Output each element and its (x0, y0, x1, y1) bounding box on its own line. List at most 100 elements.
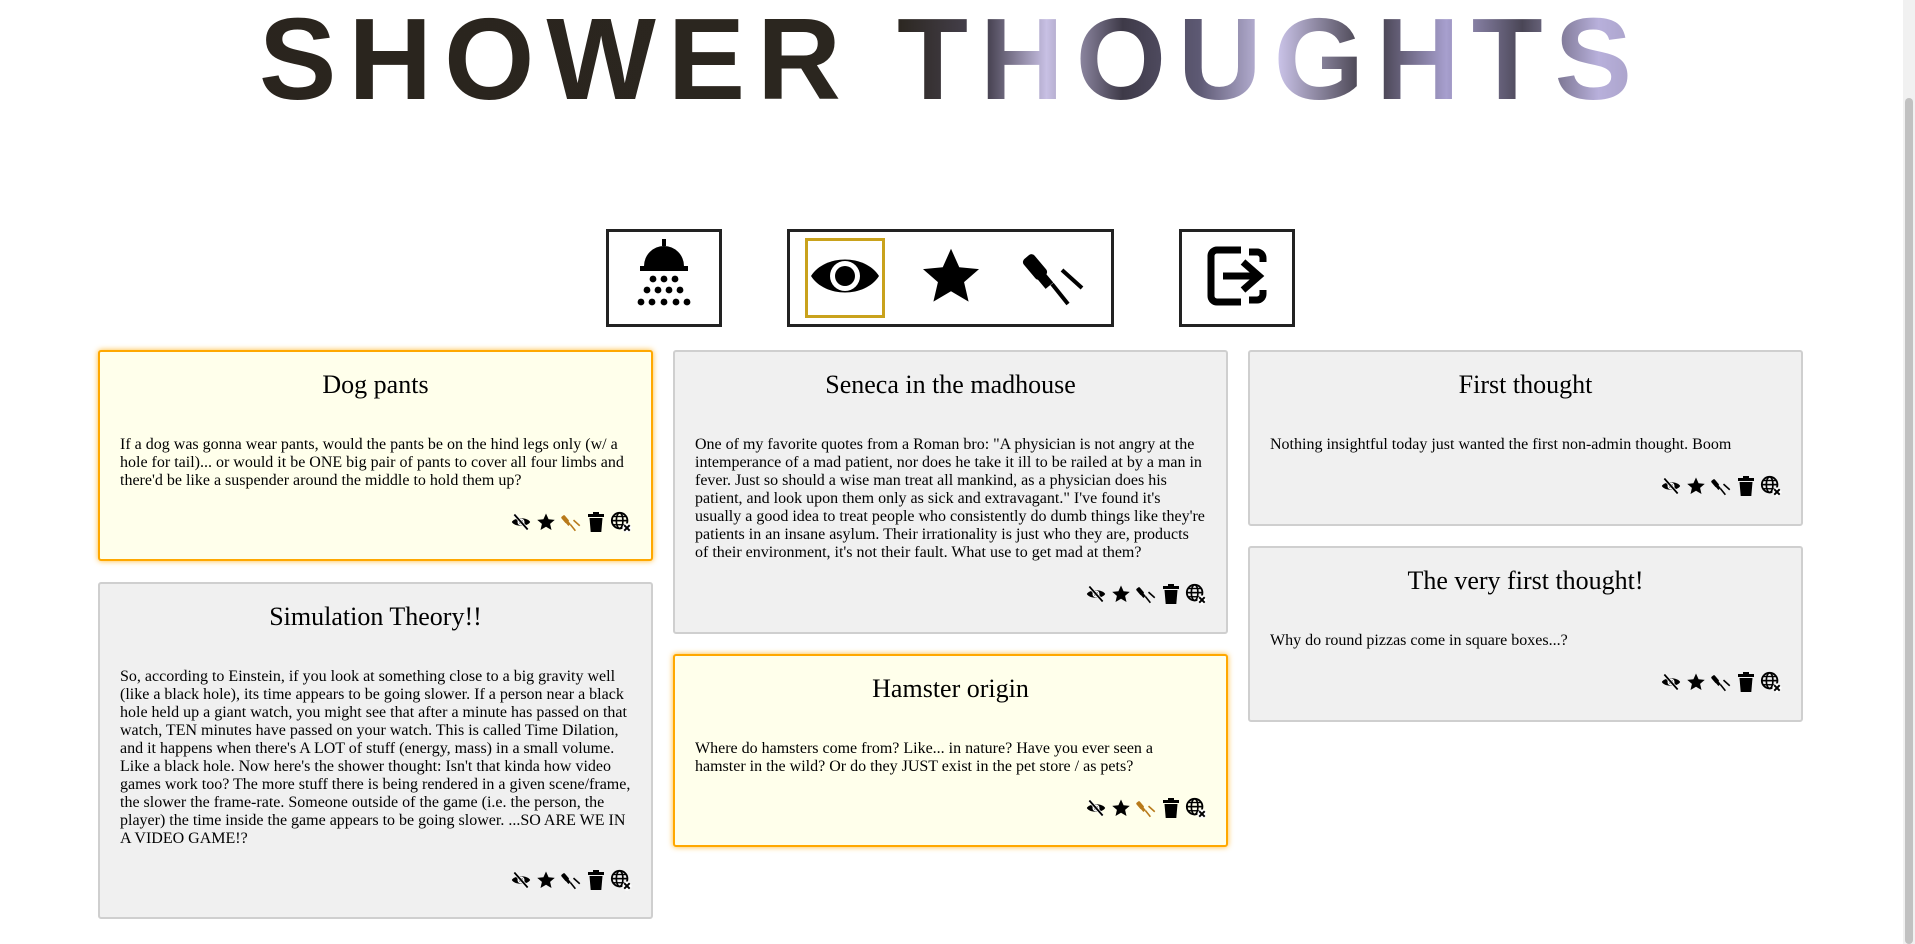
thought-body: If a dog was gonna wear pants, would the… (120, 436, 624, 489)
star-icon (1111, 584, 1131, 609)
pin-button[interactable] (1711, 478, 1731, 498)
thought-card: Dog pants If a dog was gonna wear pants,… (98, 350, 653, 561)
pin-icon (561, 870, 581, 895)
unpublish-button[interactable] (610, 869, 632, 892)
unpublish-globe-icon (1760, 475, 1782, 502)
filter-pinned-button[interactable] (1014, 238, 1094, 318)
thought-title: The very first thought! (1407, 566, 1644, 595)
star-button[interactable] (1686, 476, 1706, 501)
star-icon (536, 870, 556, 895)
pin-icon (1136, 584, 1156, 609)
star-button[interactable] (1111, 584, 1131, 609)
filter-starred-button[interactable] (911, 238, 991, 318)
thought-body: So, according to Einstein, if you look a… (120, 668, 631, 847)
pin-icon (1022, 244, 1086, 313)
thought-card: Hamster origin Where do hamsters come fr… (673, 654, 1228, 847)
thought-title: Hamster origin (872, 674, 1029, 703)
trash-icon (1738, 671, 1754, 697)
pin-icon (1711, 672, 1731, 697)
thought-card: First thought Nothing insightful today j… (1248, 350, 1803, 526)
trash-icon (588, 511, 604, 537)
new-thought-toolbar (606, 229, 722, 327)
card-actions (1660, 671, 1782, 697)
hide-button[interactable] (1085, 584, 1107, 609)
filter-visible-button[interactable] (805, 238, 885, 318)
logout-button[interactable] (1197, 238, 1277, 318)
delete-button[interactable] (1161, 583, 1181, 609)
unpublish-globe-icon (1760, 671, 1782, 698)
hide-button[interactable] (1085, 798, 1107, 823)
thought-title: First thought (1458, 370, 1593, 399)
star-button[interactable] (1111, 798, 1131, 823)
card-actions (1660, 475, 1782, 501)
thought-body: One of my favorite quotes from a Roman b… (695, 436, 1205, 561)
thought-body: Nothing insightful today just wanted the… (1270, 436, 1732, 453)
logout-icon (1205, 244, 1269, 313)
unpublish-globe-icon (1185, 583, 1207, 610)
scrollbar-thumb[interactable] (1905, 98, 1913, 944)
thought-body: Why do round pizzas come in square boxes… (1270, 632, 1568, 649)
logout-toolbar (1179, 229, 1295, 327)
star-button[interactable] (536, 512, 556, 537)
thought-title: Dog pants (322, 370, 429, 399)
delete-button[interactable] (1736, 671, 1756, 697)
pin-icon (561, 512, 581, 537)
star-icon (1686, 672, 1706, 697)
page-title: SHOWER THOUGHTS (0, 0, 1903, 124)
hide-button[interactable] (1660, 476, 1682, 501)
unpublish-globe-icon (610, 869, 632, 896)
thought-body: Where do hamsters come from? Like... in … (695, 740, 1154, 775)
unpublish-globe-icon (610, 511, 632, 538)
hide-button[interactable] (510, 512, 532, 537)
star-button[interactable] (536, 870, 556, 895)
shower-icon (631, 238, 697, 318)
thought-title: Simulation Theory!! (269, 602, 482, 631)
unpublish-button[interactable] (1760, 671, 1782, 694)
delete-button[interactable] (586, 511, 606, 537)
hide-button[interactable] (510, 870, 532, 895)
trash-icon (588, 869, 604, 895)
hide-icon (510, 512, 532, 537)
delete-button[interactable] (1736, 475, 1756, 501)
pin-button[interactable] (561, 872, 581, 892)
card-actions (1085, 583, 1207, 609)
unpublish-button[interactable] (1185, 583, 1207, 606)
thought-card: Simulation Theory!! So, according to Ein… (98, 582, 653, 919)
new-thought-button[interactable] (624, 238, 704, 318)
star-icon (1111, 798, 1131, 823)
pin-icon (1711, 476, 1731, 501)
thought-title: Seneca in the madhouse (825, 370, 1076, 399)
trash-icon (1163, 797, 1179, 823)
star-icon (1686, 476, 1706, 501)
eye-icon (809, 252, 881, 305)
hide-button[interactable] (1660, 672, 1682, 697)
trash-icon (1738, 475, 1754, 501)
star-icon (536, 512, 556, 537)
page-scrollbar[interactable] (1903, 0, 1915, 944)
pin-button[interactable] (1136, 586, 1156, 606)
star-icon (918, 244, 984, 313)
pin-button[interactable] (1711, 674, 1731, 694)
hide-icon (1660, 672, 1682, 697)
card-actions (510, 869, 632, 895)
delete-button[interactable] (586, 869, 606, 895)
card-actions (1085, 797, 1207, 823)
pin-button[interactable] (561, 514, 581, 534)
delete-button[interactable] (1161, 797, 1181, 823)
pin-button[interactable] (1136, 800, 1156, 820)
thought-card: The very first thought! Why do round piz… (1248, 546, 1803, 722)
hide-icon (1085, 798, 1107, 823)
filter-toolbar (787, 229, 1114, 327)
pin-icon (1136, 798, 1156, 823)
unpublish-button[interactable] (610, 511, 632, 534)
card-actions (510, 511, 632, 537)
star-button[interactable] (1686, 672, 1706, 697)
hide-icon (510, 870, 532, 895)
trash-icon (1163, 583, 1179, 609)
unpublish-button[interactable] (1760, 475, 1782, 498)
unpublish-globe-icon (1185, 797, 1207, 824)
hide-icon (1085, 584, 1107, 609)
hide-icon (1660, 476, 1682, 501)
unpublish-button[interactable] (1185, 797, 1207, 820)
thought-card: Seneca in the madhouse One of my favorit… (673, 350, 1228, 634)
